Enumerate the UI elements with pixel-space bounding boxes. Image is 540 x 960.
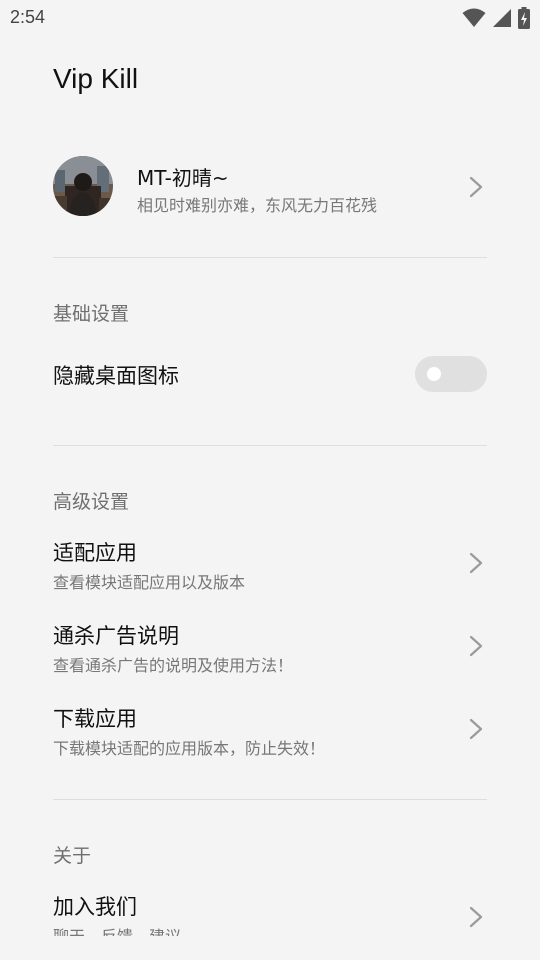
toggle-knob [427,367,441,381]
divider [53,445,487,446]
section-header-advanced: 高级设置 [53,491,130,513]
list-item-adapted-apps[interactable]: 适配应用 查看模块适配应用以及版本 [53,534,487,594]
list-item-title: 适配应用 [53,541,137,565]
list-item-subtitle: 查看模块适配应用以及版本 [53,573,246,592]
list-item-title: 加入我们 [53,895,137,919]
profile-name: MT-初晴~ [137,166,229,190]
avatar [53,156,113,216]
status-time: 2:54 [10,7,46,27]
list-item-title: 通杀广告说明 [53,624,179,648]
hide-icon-label: 隐藏桌面图标 [53,364,179,388]
list-item-subtitle: 查看通杀广告的说明及使用方法！ [53,656,294,675]
app-title: Vip Kill [53,63,139,94]
chevron-right-icon [469,906,483,928]
divider [53,257,487,258]
battery-charging-icon [518,7,530,29]
chevron-right-icon [469,176,483,198]
section-header-basic: 基础设置 [53,303,130,325]
wifi-icon [462,8,486,27]
list-item-subtitle: 聊天、反馈、建议 [53,923,181,936]
profile-signature: 相见时难别亦难，东风无力百花残 [137,196,378,215]
status-icons [462,7,530,29]
list-item-join-us[interactable]: 加入我们 聊天、反馈、建议 [53,888,487,936]
chevron-right-icon [469,718,483,740]
list-item-subtitle: 下载模块适配的应用版本，防止失效！ [53,739,326,758]
divider [53,799,487,800]
list-item-title: 下载应用 [53,707,137,731]
list-item-download-apps[interactable]: 下载应用 下载模块适配的应用版本，防止失效！ [53,700,487,760]
chevron-right-icon [469,552,483,574]
list-item-ad-block-info[interactable]: 通杀广告说明 查看通杀广告的说明及使用方法！ [53,617,487,677]
chevron-right-icon [469,635,483,657]
signal-icon [493,9,511,27]
status-bar: 2:54 [0,0,540,36]
section-header-about: 关于 [53,845,92,867]
profile-row[interactable]: MT-初晴~ 相见时难别亦难，东风无力百花残 [53,152,487,218]
hide-icon-toggle[interactable] [415,356,487,392]
